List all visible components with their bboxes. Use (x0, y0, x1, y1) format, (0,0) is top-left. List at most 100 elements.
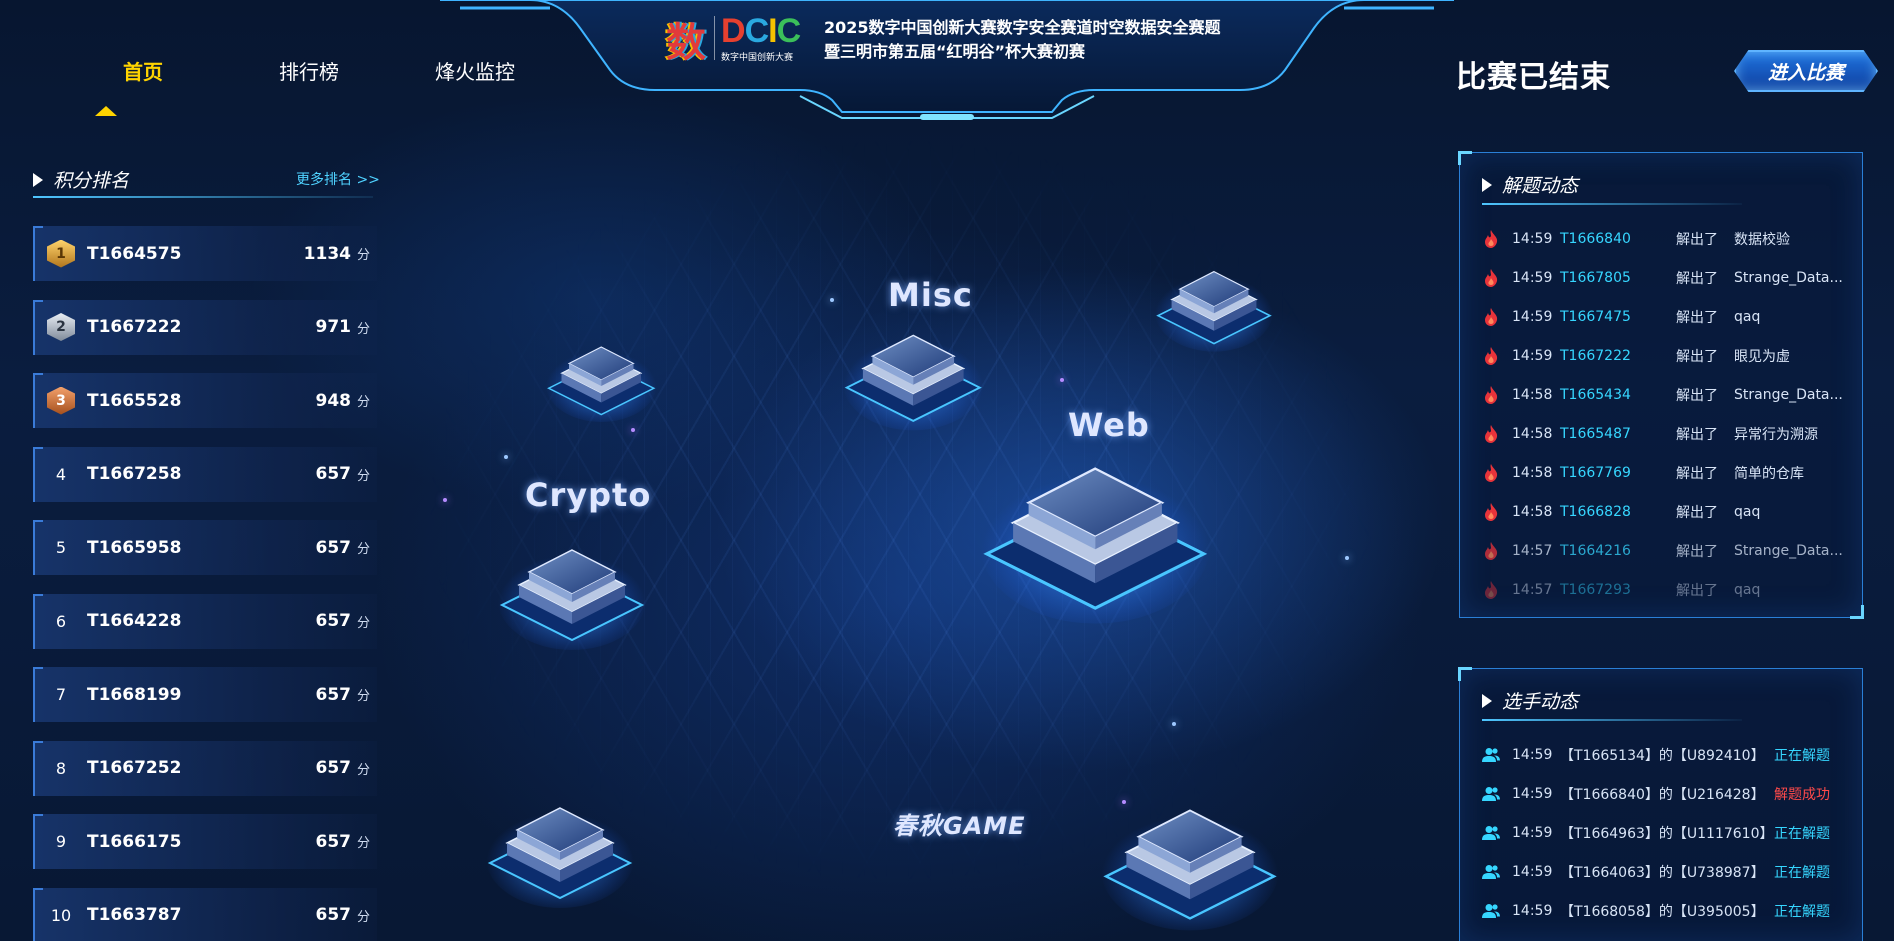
score-unit: 分 (357, 321, 371, 337)
player-feed-row: 14:59 【T1666840】的【U216428】 解题成功 (1482, 774, 1852, 813)
solve-time: 14:59 (1512, 347, 1553, 364)
ranking-divider (33, 196, 373, 198)
rank-number: 5 (55, 538, 67, 557)
title-line-2: 暨三明市第五届“红明谷”杯大赛初赛 (824, 42, 1086, 61)
ranking-row[interactable]: 10 T1663787 657 分 (33, 887, 377, 941)
ranking-row[interactable]: 8 T1667252 657 分 (33, 740, 377, 796)
solve-verb: 解出了 (1676, 231, 1718, 248)
solve-feed-title-text: 解题动态 (1502, 175, 1579, 197)
score-unit: 分 (357, 689, 371, 704)
team-name: T1667222 (87, 317, 182, 337)
ranking-row[interactable]: 9 T1666175 657 分 (33, 814, 377, 869)
team-score: 657 (315, 611, 352, 631)
fire-icon (1482, 502, 1500, 521)
digital-china-emblem-icon: 数 (666, 19, 706, 66)
solve-team[interactable]: T1667769 (1560, 465, 1676, 481)
team-name: T1667258 (87, 464, 182, 484)
solve-team[interactable]: T1667805 (1560, 270, 1676, 286)
triangle-icon (1482, 177, 1492, 192)
solve-feed-panel: 解题动态 14:59 T1666840 解出了 数据校验 14:59 T1667805 解出… (1458, 151, 1864, 619)
users-icon (1482, 825, 1500, 841)
solve-team[interactable]: T1667475 (1560, 309, 1676, 325)
logo-subtext: 数字中国创新大赛 (721, 52, 794, 63)
player-desc: 【T1665134】的【U892410】 (1560, 747, 1765, 764)
ranking-row[interactable]: 3 T1665528 948 分 (33, 373, 377, 428)
triangle-icon (33, 172, 43, 187)
category-label-misc[interactable]: Misc (888, 276, 973, 314)
chip-right-top[interactable] (1154, 246, 1274, 354)
score-unit: 分 (357, 836, 371, 851)
solve-challenge: 眼见为虚 (1734, 348, 1790, 365)
ranking-row[interactable]: 7 T1668199 657 分 (33, 667, 377, 722)
solve-verb: 解出了 (1676, 543, 1718, 560)
solve-challenge: qaq (1734, 308, 1761, 325)
ranking-row[interactable]: 4 T1667258 657 分 (33, 446, 377, 502)
solve-team[interactable]: T1667293 (1560, 582, 1676, 598)
panel-divider (1482, 719, 1742, 721)
solve-time: 14:59 (1512, 230, 1553, 247)
solve-time: 14:58 (1512, 503, 1553, 520)
nav-home[interactable]: 首页 (60, 56, 226, 85)
more-rankings-link[interactable]: 更多排名 >> (296, 169, 380, 189)
solve-challenge: 异常行为溯源 (1734, 426, 1818, 443)
panel-corner (1850, 605, 1864, 619)
sparkle (1060, 378, 1064, 382)
solve-team[interactable]: T1666840 (1560, 231, 1676, 247)
ranking-title-text: 积分排名 (53, 170, 130, 192)
ranking-row[interactable]: 5 T1665958 657 分 (33, 520, 377, 575)
solve-feed-row: 14:57 T1667293 解出了 qaq (1482, 570, 1852, 609)
sparkle (1172, 722, 1176, 726)
chip-crypto[interactable] (497, 518, 647, 653)
solve-team[interactable]: T1666828 (1560, 504, 1676, 520)
users-icon (1482, 786, 1500, 802)
team-name: T1664575 (87, 243, 182, 264)
rank-number: 10 (50, 905, 72, 925)
ranking-row[interactable]: 6 T1664228 657 分 (33, 593, 377, 649)
fire-icon (1482, 229, 1500, 248)
nav-beacon-monitor[interactable]: 烽火监控 (392, 56, 558, 85)
panel-corner (1458, 151, 1472, 165)
solve-time: 14:57 (1512, 542, 1553, 559)
gold-medal-icon: 1 (47, 239, 75, 268)
chip-web[interactable] (979, 419, 1212, 628)
chip-left-top[interactable] (545, 323, 658, 424)
player-status: 解题成功 (1774, 786, 1830, 803)
solve-challenge: qaq (1734, 581, 1761, 598)
solve-verb: 解出了 (1676, 504, 1718, 521)
solve-team[interactable]: T1665434 (1560, 387, 1676, 403)
solve-feed-row: 14:58 T1665434 解出了 Strange_Data... (1482, 375, 1852, 414)
fire-icon (1482, 268, 1500, 287)
player-time: 14:59 (1512, 824, 1553, 841)
team-score: 657 (315, 831, 352, 852)
solve-verb: 解出了 (1676, 348, 1718, 365)
chip-bottom-right[interactable] (1100, 772, 1280, 934)
ranking-row[interactable]: 2 T1667222 971 分 (33, 299, 377, 355)
solve-team[interactable]: T1664216 (1560, 543, 1676, 559)
panel-divider (1482, 203, 1742, 205)
category-label-crypto[interactable]: Crypto (525, 476, 651, 514)
solve-challenge: Strange_Data... (1734, 386, 1843, 403)
solve-team[interactable]: T1667222 (1560, 348, 1676, 364)
player-time: 14:59 (1512, 902, 1553, 919)
solve-time: 14:58 (1512, 425, 1553, 442)
ranking-row[interactable]: 1 T1664575 1134 分 (33, 226, 377, 281)
chip-misc[interactable] (842, 305, 985, 433)
team-score: 657 (315, 464, 352, 484)
enter-contest-button[interactable]: 进入比赛 (1734, 50, 1878, 92)
player-time: 14:59 (1512, 785, 1553, 802)
player-desc: 【T1666840】的【U216428】 (1560, 786, 1765, 803)
nav-leaderboard[interactable]: 排行榜 (226, 56, 392, 85)
player-feed-title-text: 选手动态 (1502, 691, 1579, 713)
score-unit: 分 (357, 909, 371, 925)
player-status: 正在解题 (1774, 864, 1830, 881)
team-score: 657 (315, 758, 352, 778)
category-label-web[interactable]: Web (1068, 406, 1150, 444)
solve-feed-row: 14:57 T1664216 解出了 Strange_Data... (1482, 531, 1852, 570)
player-feed-row: 14:59 【T1664063】的【U738987】 正在解题 (1482, 852, 1852, 891)
rank-number: 8 (55, 758, 67, 778)
chip-bottom-left[interactable] (485, 776, 635, 911)
solve-challenge: qaq (1734, 503, 1761, 520)
solve-feed-row: 14:58 T1666828 解出了 qaq (1482, 492, 1852, 531)
category-label-game[interactable]: 春秋GAME (893, 806, 1026, 841)
solve-team[interactable]: T1665487 (1560, 426, 1676, 442)
